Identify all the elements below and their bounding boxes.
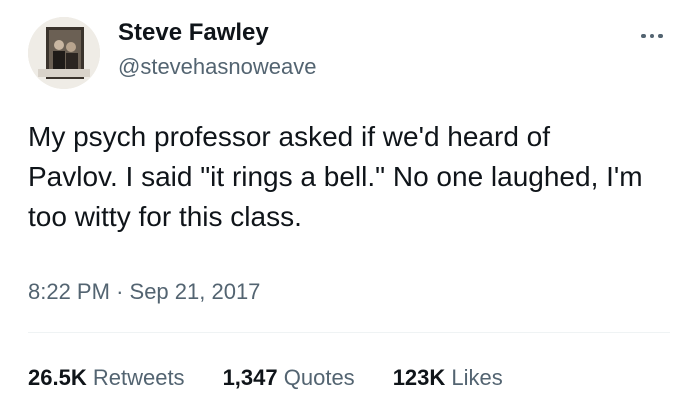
display-name[interactable]: Steve Fawley (118, 18, 269, 48)
quotes-stat[interactable]: 1,347 Quotes (223, 364, 355, 392)
divider (28, 332, 670, 333)
quotes-label: Quotes (283, 365, 355, 390)
timestamp-separator: · (116, 279, 124, 304)
avatar[interactable] (28, 17, 100, 89)
tweet-timestamp: 8:22 PM · Sep 21, 2017 (28, 278, 260, 306)
tweet-text: My psych professor asked if we'd heard o… (28, 117, 678, 237)
more-dot (658, 33, 663, 39)
likes-label: Likes (451, 365, 503, 390)
user-handle[interactable]: @stevehasnoweave (118, 53, 316, 81)
tweet-date[interactable]: Sep 21, 2017 (130, 279, 261, 304)
tweet-time[interactable]: 8:22 PM (28, 279, 110, 304)
retweets-stat[interactable]: 26.5K Retweets (28, 364, 185, 392)
more-dot (641, 33, 646, 39)
tweet-text-line: My psych professor asked if we'd heard o… (28, 121, 551, 152)
more-options-icon[interactable] (632, 24, 672, 48)
retweets-count: 26.5K (28, 365, 87, 390)
tweet-card: Steve Fawley @stevehasnoweave My psych p… (0, 0, 700, 420)
likes-count: 123K (392, 365, 446, 390)
quotes-count: 1,347 (222, 365, 278, 390)
tweet-text-line: too witty for this class. (28, 201, 302, 232)
tweet-stats: 26.5K Retweets 1,347 Quotes 123K Likes (28, 363, 503, 393)
avatar-photo (28, 17, 100, 89)
retweets-label: Retweets (92, 365, 185, 390)
more-dot (649, 33, 655, 39)
likes-stat[interactable]: 123K Likes (393, 364, 503, 392)
tweet-text-line: Pavlov. I said "it rings a bell." No one… (28, 161, 643, 192)
